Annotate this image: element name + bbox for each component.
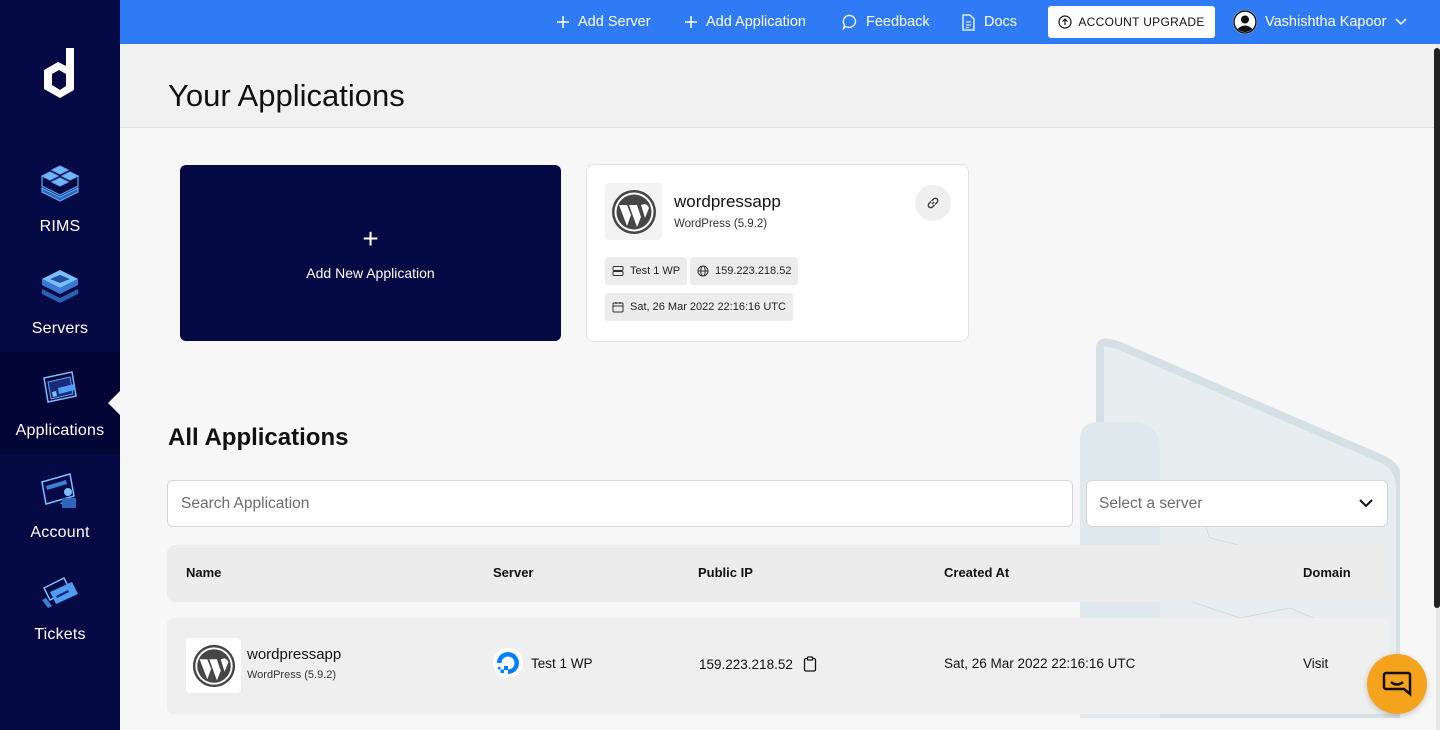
add-application-button[interactable]: Add Application	[684, 0, 806, 44]
user-avatar-icon	[1233, 10, 1257, 34]
plus-icon	[557, 16, 569, 28]
page-header: Your Applications	[120, 44, 1436, 128]
add-new-application-label: Add New Application	[306, 265, 435, 281]
page-title: Your Applications	[168, 78, 405, 113]
account-card-icon	[41, 473, 76, 508]
user-menu[interactable]: Vashishtha Kapoor	[1233, 0, 1407, 44]
chevron-down-icon	[1395, 18, 1407, 26]
table-row[interactable]: wordpressapp WordPress (5.9.2) Test 1 WP…	[167, 618, 1389, 714]
chat-bubble-icon	[842, 14, 857, 30]
dcube-logo-icon[interactable]	[40, 46, 80, 100]
row-app-name: wordpressapp	[247, 646, 342, 663]
chevron-down-icon	[1359, 499, 1373, 508]
user-name: Vashishtha Kapoor	[1265, 14, 1387, 30]
sidebar-item-tickets[interactable]: Tickets	[0, 556, 120, 658]
row-created-at: Sat, 26 Mar 2022 22:16:16 UTC	[944, 656, 1136, 671]
column-header-name[interactable]: Name	[186, 565, 221, 580]
feedback-button[interactable]: Feedback	[842, 0, 930, 44]
plus-icon	[685, 16, 697, 28]
application-name: wordpressapp	[674, 192, 781, 211]
sidebar-item-label: RIMS	[39, 218, 81, 235]
sidebar-item-label: Account	[30, 524, 90, 541]
sidebar: RIMS Servers Applications Account Ticket…	[0, 0, 120, 730]
visit-link[interactable]: Visit	[1303, 656, 1328, 671]
application-version: WordPress (5.9.2)	[674, 218, 768, 230]
upgrade-arrow-icon	[1058, 15, 1072, 29]
sidebar-item-account[interactable]: Account	[0, 454, 120, 556]
link-icon	[927, 197, 939, 209]
all-applications-title: All Applications	[168, 424, 349, 451]
column-header-created-at[interactable]: Created At	[944, 565, 1009, 580]
sidebar-item-label: Tickets	[34, 626, 86, 643]
sidebar-item-applications[interactable]: Applications	[0, 352, 120, 454]
rims-cubes-icon	[40, 165, 80, 202]
clipboard-copy-icon[interactable]	[803, 656, 817, 672]
sidebar-item-rims[interactable]: RIMS	[0, 148, 120, 250]
column-header-domain[interactable]: Domain	[1303, 565, 1351, 580]
sidebar-item-servers[interactable]: Servers	[0, 250, 120, 352]
applications-icon	[43, 371, 77, 403]
column-header-public-ip[interactable]: Public IP	[698, 565, 753, 580]
wordpress-logo-icon	[605, 183, 662, 240]
row-server: Test 1 WP	[493, 648, 593, 678]
wordpress-logo-icon	[186, 638, 241, 693]
column-header-server[interactable]: Server	[493, 565, 533, 580]
account-upgrade-button[interactable]: ACCOUNT UPGRADE	[1048, 6, 1215, 38]
top-bar: Add Server Add Application Feedback Docs…	[120, 0, 1440, 44]
server-select-placeholder: Select a server	[1099, 494, 1203, 512]
ip-chip: 159.223.218.52	[690, 257, 799, 285]
row-app-version: WordPress (5.9.2)	[247, 669, 337, 681]
server-icon	[612, 266, 624, 276]
document-icon	[962, 13, 975, 31]
add-new-application-card[interactable]: + Add New Application	[180, 165, 561, 341]
plus-icon: +	[362, 223, 379, 254]
chat-icon	[1382, 671, 1412, 697]
open-link-button[interactable]	[915, 185, 951, 221]
server-chip: Test 1 WP	[605, 257, 688, 285]
row-public-ip: 159.223.218.52	[699, 656, 817, 672]
calendar-icon	[612, 302, 624, 313]
scrollbar-thumb[interactable]	[1434, 48, 1440, 608]
sidebar-item-label: Servers	[31, 320, 89, 337]
digitalocean-logo-icon	[493, 648, 523, 678]
avatar	[1233, 10, 1257, 34]
tickets-icon	[42, 576, 78, 608]
live-chat-button[interactable]	[1367, 654, 1427, 714]
table-header: Name Server Public IP Created At Domain	[167, 545, 1389, 602]
add-server-button[interactable]: Add Server	[556, 0, 651, 44]
created-chip: Sat, 26 Mar 2022 22:16:16 UTC	[605, 293, 793, 321]
search-application-input[interactable]	[167, 480, 1073, 527]
server-stack-icon	[42, 270, 78, 303]
server-select[interactable]: Select a server	[1086, 480, 1388, 527]
globe-icon	[697, 265, 709, 277]
docs-button[interactable]: Docs	[961, 0, 1017, 44]
sidebar-item-label: Applications	[15, 422, 105, 439]
application-card[interactable]: wordpressapp WordPress (5.9.2) Test 1 WP…	[586, 164, 969, 342]
